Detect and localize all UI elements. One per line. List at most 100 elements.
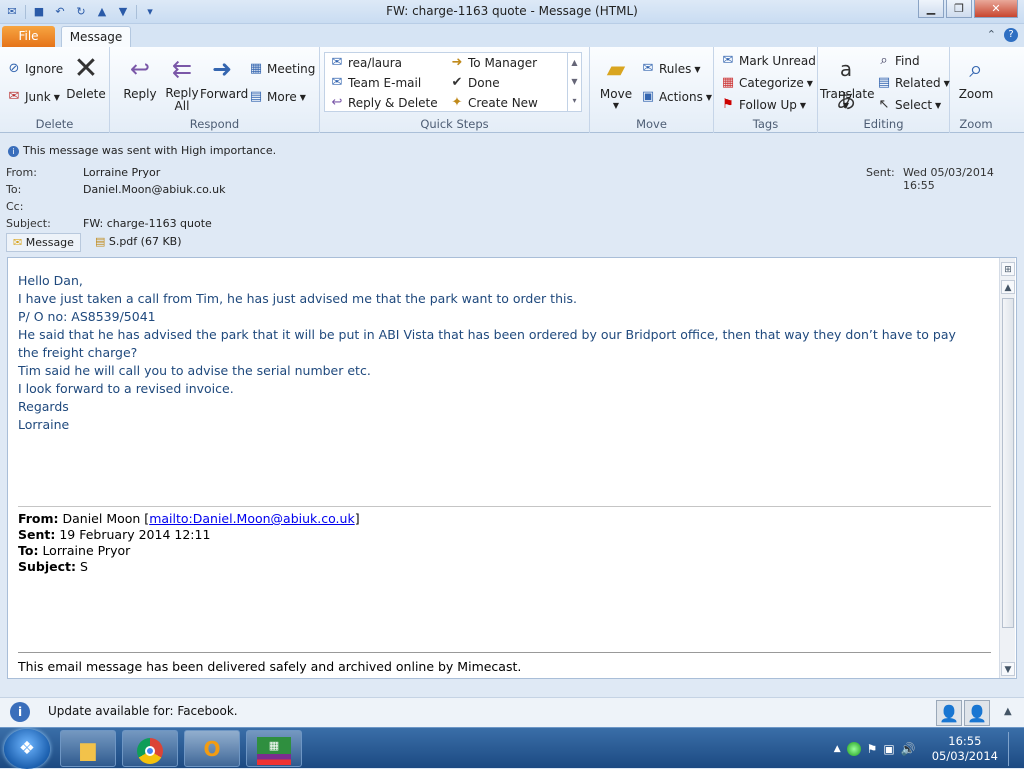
update-notification[interactable]: Update available for: Facebook. (48, 704, 238, 718)
forwarded-header: From: Daniel Moon [mailto:Daniel.Moon@ab… (18, 506, 991, 575)
fwd-from-label: From: (18, 511, 59, 526)
explorer-taskbar-button[interactable]: ▆ (60, 730, 116, 767)
junk-icon: ✉ (8, 89, 20, 104)
outlook-taskbar-button[interactable]: O (184, 730, 240, 767)
follow-up-button[interactable]: ⚑ Follow Up ▼ (720, 97, 806, 113)
split-view-icon[interactable]: ⊞ (1001, 262, 1015, 276)
fwd-mailto-link[interactable]: mailto:Daniel.Moon@abiuk.co.uk (149, 511, 355, 526)
to-manager-icon: ➜ (451, 55, 463, 70)
tab-message[interactable]: Message (61, 26, 131, 48)
subject-value: FW: charge-1163 quote (83, 217, 212, 230)
pdf-attachment[interactable]: ▤ S.pdf (67 KB) (89, 233, 188, 252)
mark-unread-icon: ✉ (722, 53, 734, 68)
contact-avatar-icon[interactable]: 👤 (964, 700, 990, 726)
reply-delete-icon: ↩ (331, 95, 343, 110)
from-label: From: (6, 166, 37, 179)
status-green-icon[interactable] (846, 742, 861, 756)
action-center-flag-icon[interactable]: ⚑ (867, 742, 878, 756)
message-attachment-tab[interactable]: ✉ Message (6, 233, 81, 252)
sage-icon: ▦ (257, 736, 291, 765)
move-group-label: Move (636, 117, 667, 131)
actions-button[interactable]: ▣ Actions ▼ (640, 89, 712, 105)
magnifier-icon: ⌕ (969, 55, 983, 83)
reply-all-button[interactable]: ⇇ Reply All (160, 53, 204, 113)
show-desktop-button[interactable] (1008, 732, 1018, 766)
ribbon-tabs: File Message ⌃ ? (0, 24, 1024, 48)
ribbon-help-area: ⌃ ? (987, 28, 1018, 42)
editing-group: aあ Translate ▼ ⌕ Find ▤ Related ▼ ↖ Select ▼ Ed… (818, 47, 950, 133)
categorize-icon: ▦ (721, 75, 735, 90)
scrollbar-thumb[interactable] (1002, 298, 1014, 628)
move-button[interactable]: ▰ Move ▼ (596, 53, 636, 110)
contact-avatar-icon[interactable]: 👤 (936, 700, 962, 726)
minimize-button[interactable]: ▁ (918, 0, 944, 18)
move-folder-icon: ▰ (606, 55, 626, 83)
scroll-down-button[interactable]: ▼ (1001, 662, 1015, 676)
message-body[interactable]: Hello Dan, I have just taken a call from… (7, 257, 1017, 679)
folder-icon: ▆ (80, 737, 96, 761)
quick-step-reply-delete[interactable]: ↩ Reply & Delete (329, 95, 438, 111)
fwd-subject-value: S (79, 559, 88, 574)
select-button[interactable]: ↖ Select ▼ (876, 97, 942, 113)
related-button[interactable]: ▤ Related ▼ (876, 75, 950, 91)
quick-steps-scroll[interactable]: ▲ ▼ ▾ (567, 53, 581, 111)
translate-button[interactable]: aあ Translate ▼ (820, 53, 875, 113)
taskbar: ❖ ▆ O ▦ ▲ ⚑ ▣ 🔊 16:55 05/03/2014 (0, 727, 1024, 769)
delete-group: ⊘ Ignore ✉ Junk ▼ ✕ Delete Delete (0, 47, 110, 133)
quick-steps-label: Quick Steps (420, 117, 489, 131)
fwd-to-label: To: (18, 543, 39, 558)
message-text: Hello Dan, I have just taken a call from… (18, 272, 956, 434)
quick-step-to-manager[interactable]: ➜ To Manager (449, 55, 538, 71)
zoom-button[interactable]: ⌕ Zoom (954, 53, 998, 101)
meeting-button[interactable]: ▦ Meeting (248, 61, 316, 77)
categorize-button[interactable]: ▦ Categorize ▼ (720, 75, 813, 91)
delete-x-icon: ✕ (73, 51, 99, 86)
rules-button[interactable]: ✉ Rules ▼ (640, 61, 701, 77)
to-value[interactable]: Daniel.Moon@abiuk.co.uk (83, 183, 226, 196)
from-value[interactable]: Lorraine Pryor (83, 166, 160, 179)
actions-icon: ▣ (641, 89, 655, 104)
help-icon[interactable]: ? (1004, 28, 1018, 42)
quick-step-create-new[interactable]: ✦ Create New (449, 95, 538, 111)
ignore-icon: ⊘ (8, 61, 20, 76)
to-label: To: (6, 183, 22, 196)
clock[interactable]: 16:55 05/03/2014 (932, 734, 998, 764)
collapse-ribbon-icon[interactable]: ⌃ (987, 28, 996, 42)
tab-file[interactable]: File (2, 26, 55, 47)
quick-step-rea-laura[interactable]: ✉ rea/laura (329, 55, 402, 71)
forward-button[interactable]: ➜ Forward (200, 53, 248, 101)
scroll-up-button[interactable]: ▲ (1001, 280, 1015, 294)
mark-unread-button[interactable]: ✉ Mark Unread (720, 53, 816, 69)
network-icon[interactable]: ▣ (883, 742, 894, 756)
reply-icon: ↩ (129, 55, 151, 83)
delete-button[interactable]: ✕ Delete (66, 51, 106, 102)
expand-people-pane-icon[interactable]: ▲ (1004, 706, 1012, 717)
fwd-sent-value: 19 February 2014 12:11 (59, 527, 211, 542)
volume-icon[interactable]: 🔊 (901, 742, 916, 756)
junk-button[interactable]: ✉ Junk ▼ (6, 89, 60, 105)
ignore-button[interactable]: ⊘ Ignore (6, 61, 64, 77)
checkmark-icon: ✔ (451, 75, 463, 90)
body-scrollbar[interactable]: ⊞ ▲ ▼ (999, 258, 1015, 678)
maximize-button[interactable]: ❐ (946, 0, 972, 18)
sage-taskbar-button[interactable]: ▦ (246, 730, 302, 767)
pdf-file-icon: ▤ (94, 235, 106, 248)
show-hidden-icons[interactable]: ▲ (834, 744, 841, 754)
start-button[interactable]: ❖ (4, 729, 50, 769)
reply-button[interactable]: ↩ Reply (118, 53, 162, 101)
zoom-group: ⌕ Zoom Zoom (950, 47, 1002, 133)
find-button[interactable]: ⌕ Find (876, 53, 919, 69)
ribbon: ⊘ Ignore ✉ Junk ▼ ✕ Delete Delete ↩ Reply ⇇ Re… (0, 47, 1024, 133)
system-tray: ▲ ⚑ ▣ 🔊 16:55 05/03/2014 (834, 732, 1018, 766)
quick-step-done[interactable]: ✔ Done (449, 75, 500, 91)
find-icon: ⌕ (880, 53, 888, 68)
more-respond-button[interactable]: ▤ More ▼ (248, 89, 306, 105)
outlook-icon: O (203, 737, 221, 761)
chrome-taskbar-button[interactable] (122, 730, 178, 767)
clock-date: 05/03/2014 (931, 749, 998, 763)
forward-icon: ➜ (211, 55, 233, 83)
title-bar: ✉ ■ ↶ ↻ ▲ ▼ ▾ FW: charge-1163 quote - Me… (0, 0, 1024, 24)
close-button[interactable]: ✕ (974, 0, 1018, 18)
quick-steps-gallery: ✉ rea/laura ➜ To Manager ✉ Team E-mail ✔ Don… (324, 52, 582, 112)
quick-step-team-email[interactable]: ✉ Team E-mail (329, 75, 422, 91)
